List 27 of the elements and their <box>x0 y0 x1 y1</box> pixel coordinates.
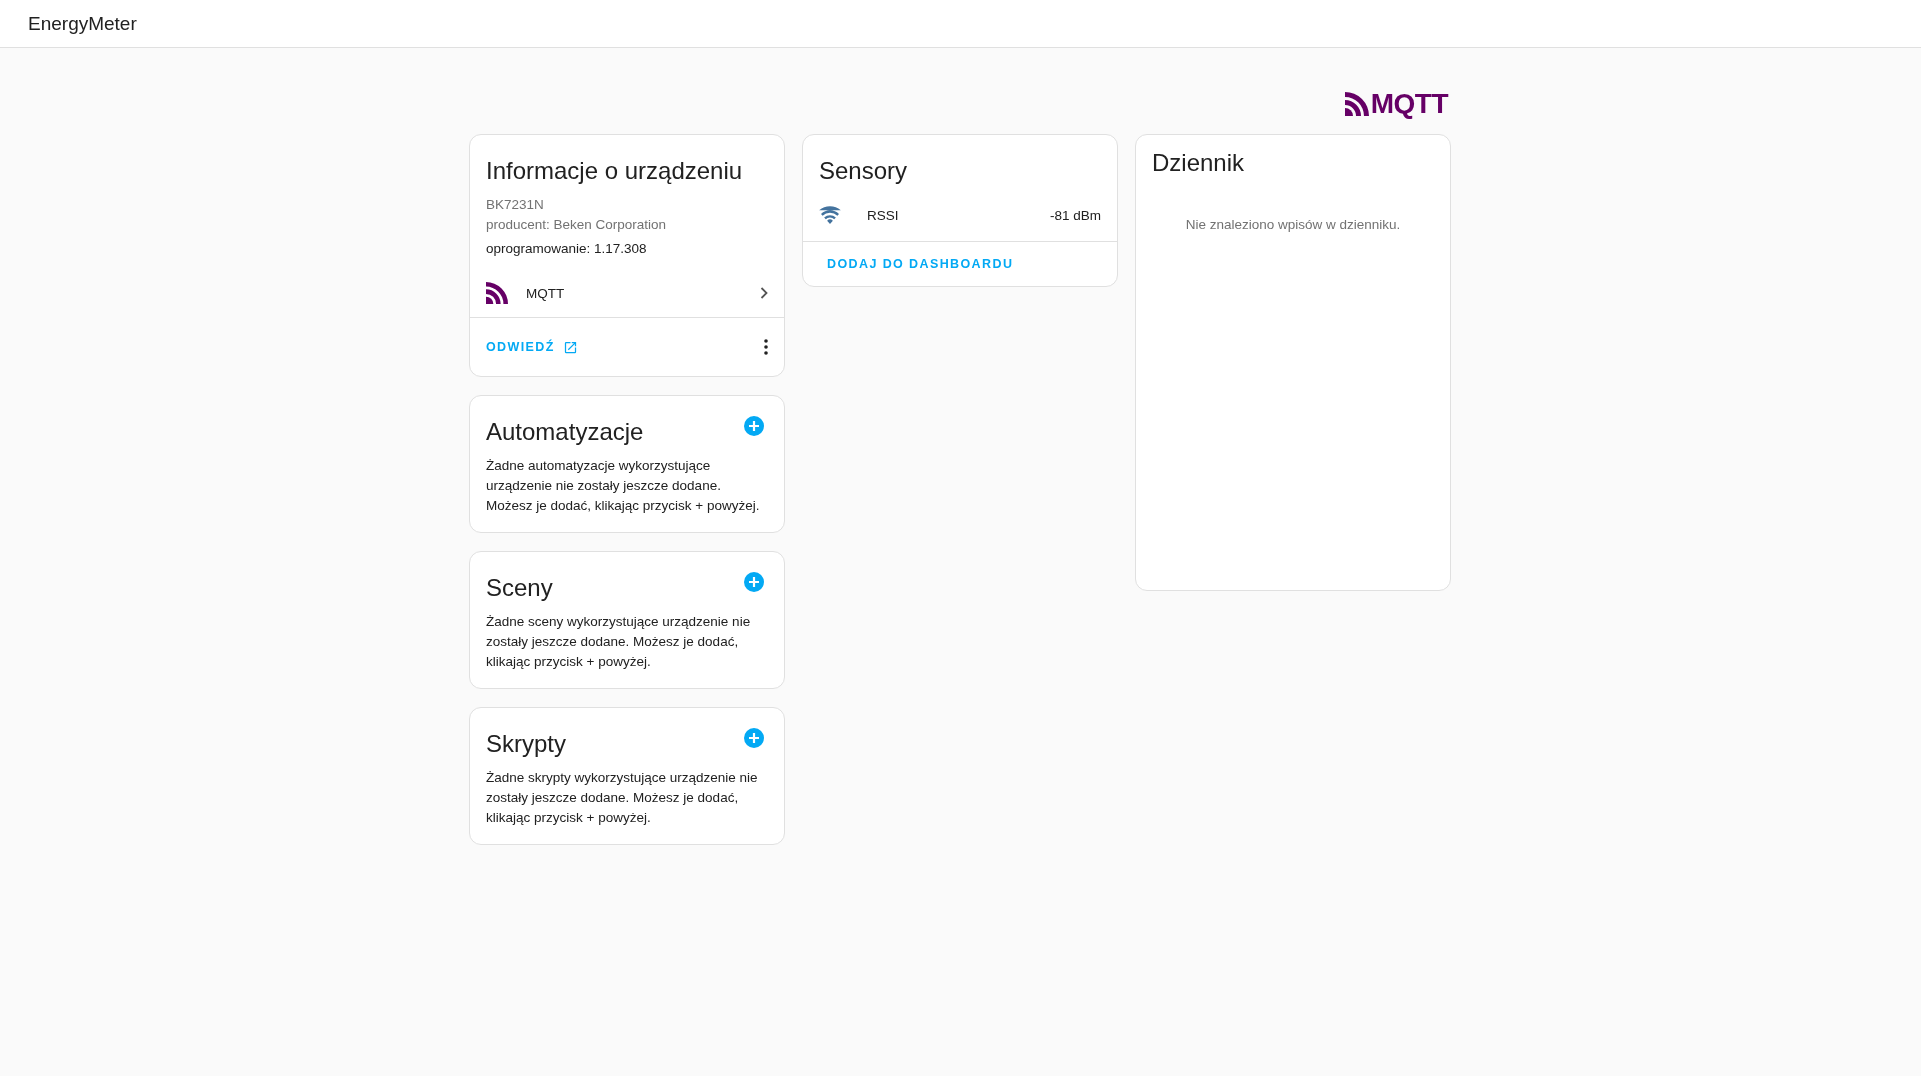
integration-logo-text: MQTT <box>1370 88 1448 120</box>
card-title: Sceny <box>485 573 554 603</box>
sensor-value: -81 dBm <box>1049 207 1101 223</box>
card-title: Dziennik <box>1151 148 1246 178</box>
page-title: EnergyMeter <box>28 12 137 35</box>
empty-message: Żadne automatyzacje wykorzystujące urządzenie nie zostały jeszcze dodane. Możesz je dodać, klikając przycisk + powyżej. <box>485 457 761 515</box>
empty-message: Żadne sceny wykorzystujące urządzenie nie zostały jeszcze dodane. Możesz je dodać, klikając przycisk + powyżej. <box>485 613 752 671</box>
card-title: Automatyzacje <box>485 417 645 447</box>
integration-link[interactable]: MQTT <box>526 285 742 301</box>
open-in-new-icon <box>562 339 578 355</box>
empty-message: Żadne skrypty wykorzystujące urządzenie nie zostały jeszcze dodane. Możesz je dodać, klikając przycisk + powyżej. <box>485 769 759 827</box>
card-title: Informacje o urządzeniu <box>485 156 744 186</box>
chevron-right-icon[interactable] <box>760 287 768 299</box>
sensor-name[interactable]: RSSI <box>867 207 1024 223</box>
add-icon[interactable] <box>744 728 764 748</box>
signal-waves-icon <box>486 282 508 304</box>
more-options-icon[interactable] <box>764 339 768 355</box>
device-manufacturer: producent: Beken Corporation <box>485 216 668 234</box>
add-icon[interactable] <box>744 572 764 592</box>
wifi-icon <box>819 206 841 224</box>
signal-waves-icon <box>1344 92 1369 116</box>
card-title: Skrypty <box>485 729 567 759</box>
device-firmware: oprogramowanie: 1.17.308 <box>485 240 648 258</box>
add-icon[interactable] <box>744 416 764 436</box>
card-title: Sensory <box>818 156 909 186</box>
logbook-empty-message: Nie znaleziono wpisów w dzienniku. <box>1184 216 1402 234</box>
device-model: BK7231N <box>485 196 545 214</box>
